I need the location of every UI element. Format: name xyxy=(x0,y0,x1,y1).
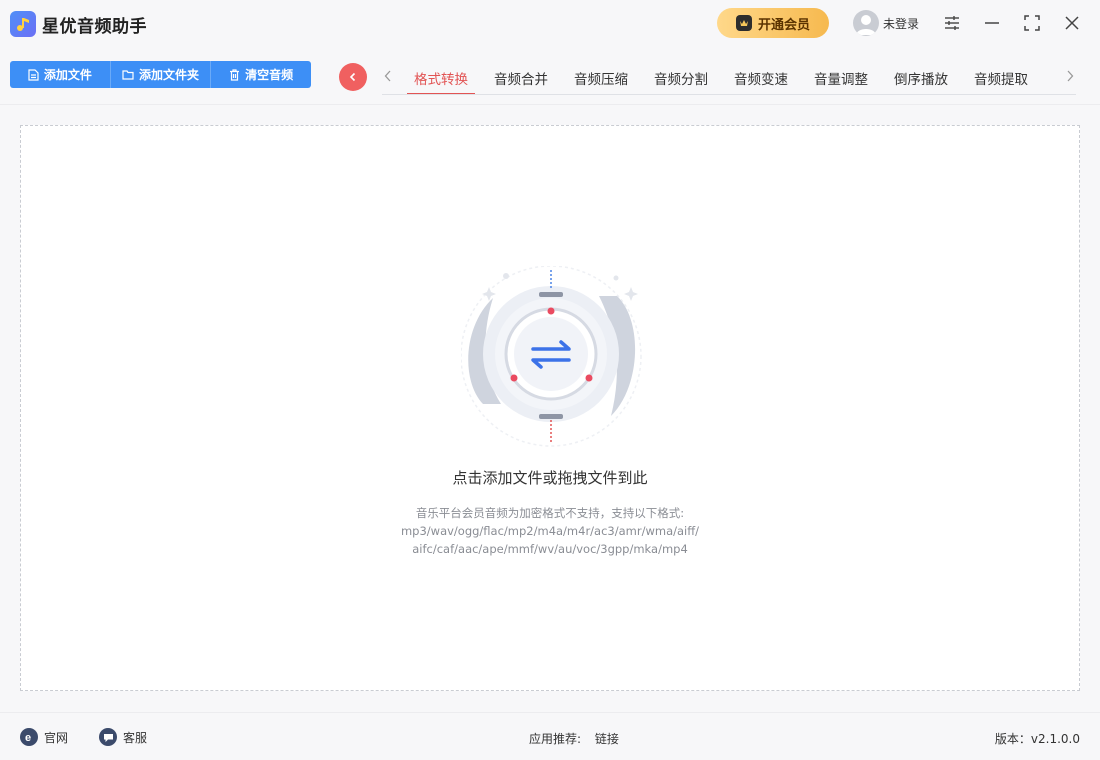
tab-audio-compress[interactable]: 音频压缩 xyxy=(565,60,637,95)
toolbar-divider xyxy=(0,104,1100,105)
tab-format-convert[interactable]: 格式转换 xyxy=(405,60,477,95)
trash-icon xyxy=(230,68,240,81)
drop-zone-hint-line3: aifc/caf/aac/ape/mmf/wv/au/voc/3gpp/mka/… xyxy=(412,542,688,556)
customer-service-link[interactable]: 客服 xyxy=(99,728,147,746)
maximize-icon[interactable] xyxy=(1020,11,1044,35)
collapse-button[interactable] xyxy=(339,63,367,91)
clear-audio-button[interactable]: 清空音频 xyxy=(211,61,311,88)
app-logo-icon xyxy=(10,11,36,37)
vip-button[interactable]: 开通会员 xyxy=(717,8,829,38)
tabs-scroll-left-icon[interactable] xyxy=(380,66,396,86)
add-file-label: 添加文件 xyxy=(43,68,92,82)
folder-icon xyxy=(122,70,134,80)
file-button-group: 添加文件 添加文件夹 清空音频 xyxy=(10,61,311,88)
avatar[interactable] xyxy=(853,10,879,36)
drop-zone-hint-line2: mp3/wav/ogg/flac/mp2/m4a/m4r/ac3/amr/wma… xyxy=(400,524,700,538)
file-drop-zone[interactable]: 点击添加文件或拖拽文件到此 音乐平台会员音频为加密格式不支持，支持以下格式: m… xyxy=(20,125,1080,691)
footer: e 官网 客服 应用推荐: 链接 版本：v2.1.0.0 xyxy=(0,712,1100,760)
tab-audio-split[interactable]: 音频分割 xyxy=(645,60,717,95)
vip-label: 开通会员 xyxy=(757,17,810,33)
login-status[interactable]: 未登录 xyxy=(883,15,919,32)
add-folder-label: 添加文件夹 xyxy=(139,68,200,82)
chevron-left-icon xyxy=(349,72,356,82)
convert-illustration-icon xyxy=(461,266,642,447)
tab-audio-merge[interactable]: 音频合并 xyxy=(485,60,557,95)
recommend-label: 应用推荐: xyxy=(529,732,582,746)
add-file-button[interactable]: 添加文件 xyxy=(10,61,111,88)
clear-audio-label: 清空音频 xyxy=(245,68,294,82)
close-icon[interactable] xyxy=(1060,11,1084,35)
minimize-icon[interactable] xyxy=(980,11,1004,35)
tab-volume-adjust[interactable]: 音量调整 xyxy=(805,60,877,95)
settings-icon[interactable] xyxy=(940,11,964,35)
vip-icon xyxy=(735,15,752,31)
app-recommend: 应用推荐: 链接 xyxy=(529,730,619,747)
tabs-scroll-right-icon[interactable] xyxy=(1062,66,1078,86)
browser-e-icon: e xyxy=(20,728,38,746)
app-title: 星优音频助手 xyxy=(42,17,147,37)
function-tabs: 格式转换 音频合并 音频压缩 音频分割 音频变速 音量调整 倒序播放 音频提取 xyxy=(405,60,1060,95)
website-link[interactable]: e 官网 xyxy=(20,728,68,746)
tab-audio-speed[interactable]: 音频变速 xyxy=(725,60,797,95)
title-bar: 星优音频助手 开通会员 未登录 xyxy=(0,0,1100,48)
svg-text:e: e xyxy=(25,732,31,743)
version-text: 版本：v2.1.0.0 xyxy=(994,732,1080,746)
website-label: 官网 xyxy=(44,730,69,745)
chat-bubble-icon xyxy=(99,728,117,746)
recommend-link[interactable]: 链接 xyxy=(595,732,619,746)
add-folder-button[interactable]: 添加文件夹 xyxy=(111,61,212,88)
drop-zone-title: 点击添加文件或拖拽文件到此 xyxy=(452,469,648,487)
file-icon xyxy=(28,68,39,81)
tabs-divider xyxy=(382,94,1076,95)
tab-reverse-play[interactable]: 倒序播放 xyxy=(885,60,957,95)
customer-service-label: 客服 xyxy=(123,730,148,745)
drop-zone-hint-line1: 音乐平台会员音频为加密格式不支持，支持以下格式: xyxy=(415,506,685,520)
tab-audio-extract[interactable]: 音频提取 xyxy=(965,60,1037,95)
